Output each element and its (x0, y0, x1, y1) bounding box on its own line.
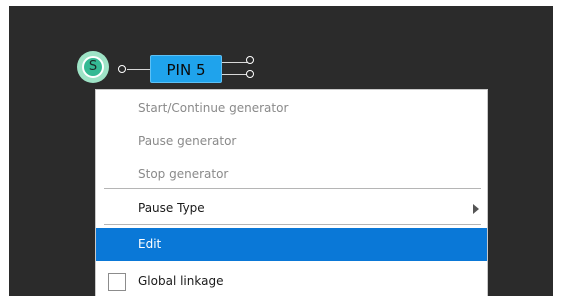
generator-output-port[interactable] (118, 65, 126, 73)
menu-separator (104, 224, 481, 225)
menu-item-label: Pause Type (138, 201, 205, 215)
menu-item-label: Global linkage (138, 274, 224, 288)
pin-wire-top-out (235, 62, 247, 63)
pin-block[interactable]: PIN 5 (150, 55, 222, 83)
global-linkage-checkbox[interactable] (108, 273, 126, 291)
menu-item-label: Start/Continue generator (138, 101, 289, 115)
pin-output-port-top[interactable] (246, 56, 254, 64)
pin-wire-bottom (222, 74, 235, 75)
pin-output-port-bottom[interactable] (246, 70, 254, 78)
menu-item-label: Stop generator (138, 167, 229, 181)
menu-item-label: Pause generator (138, 134, 237, 148)
menu-item-start-continue-generator[interactable]: Start/Continue generator (96, 92, 487, 125)
menu-separator (104, 188, 481, 189)
submenu-arrow-icon (473, 204, 479, 214)
menu-item-pause-generator[interactable]: Pause generator (96, 125, 487, 158)
generator-node[interactable]: S (77, 51, 109, 83)
menu-item-global-linkage[interactable]: Global linkage (96, 265, 487, 298)
menu-item-stop-generator[interactable]: Stop generator (96, 158, 487, 191)
menu-item-label: Edit (138, 237, 162, 251)
menu-item-pause-type[interactable]: Pause Type (96, 192, 487, 225)
pin-wire-top (222, 62, 235, 63)
connection-wire (127, 69, 150, 70)
context-menu: Start/Continue generator Pause generator… (95, 89, 488, 296)
pin-label: PIN 5 (166, 61, 206, 79)
generator-letter: S (82, 56, 104, 78)
menu-item-edit[interactable]: Edit (96, 228, 487, 261)
